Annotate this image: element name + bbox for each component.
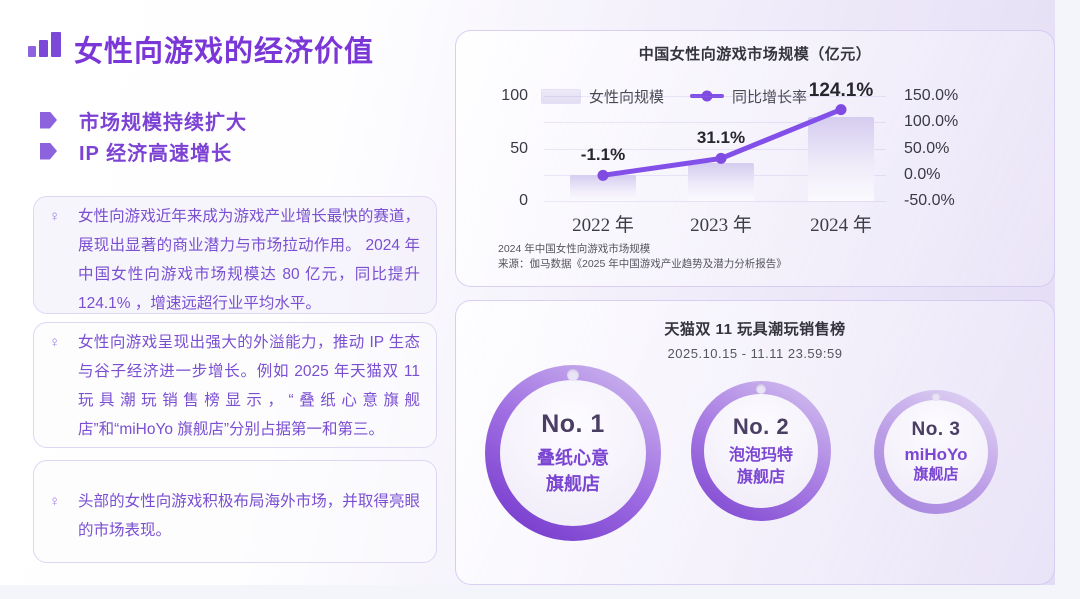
chart-title: 中国女性向游戏市场规模（亿元） (456, 43, 1054, 64)
store-name-line1: 叠纸心意 (537, 445, 609, 471)
ranking-subtitle: 2025.10.15 - 11.11 23.59:59 (456, 346, 1054, 361)
arrow-icon (40, 143, 57, 160)
note-card-market: ♀ 女性向游戏近年来成为游戏产业增长最快的赛道，展现出显著的商业潜力与市场拉动作… (33, 196, 437, 314)
footnote-line-1: 2024 年中国女性向游戏市场规模 (498, 242, 978, 257)
store-name-line1: 泡泡玛特 (729, 445, 793, 467)
note-card-overseas: ♀ 头部的女性向游戏积极布局海外市场，并取得亮眼的市场表现。 (33, 460, 437, 563)
growth-rate-label: -1.1% (581, 145, 625, 165)
medal-pin-icon (756, 384, 766, 394)
bullet-ip-economy: IP 经济高速增长 (40, 139, 232, 163)
medal-face: No. 2 泡泡玛特 旗舰店 (704, 394, 818, 508)
growth-rate-label: 124.1% (809, 80, 873, 102)
store-name-line2: 旗舰店 (537, 471, 609, 497)
medal-rank-2: No. 2 泡泡玛特 旗舰店 (691, 381, 831, 521)
tmall-ranking-card: 天猫双 11 玩具潮玩销售榜 2025.10.15 - 11.11 23.59:… (455, 300, 1055, 585)
note-text: 头部的女性向游戏积极布局海外市场，并取得亮眼的市场表现。 (78, 487, 420, 545)
left-axis-tick: 50 (476, 140, 528, 158)
note-card-ip: ♀ 女性向游戏呈现出强大的外溢能力，推动 IP 生态与谷子经济进一步增长。例如 … (33, 322, 437, 448)
medal-pin-icon (567, 369, 579, 381)
bullet-label: 市场规模持续扩大 (79, 106, 247, 135)
market-size-bar (808, 117, 874, 201)
right-axis-tick: 150.0% (904, 87, 974, 105)
x-axis-label: 2022 年 (543, 210, 663, 237)
store-name: 泡泡玛特 旗舰店 (729, 445, 793, 489)
chart-gridline (544, 201, 886, 202)
right-axis-tick: 50.0% (904, 140, 974, 158)
store-name-line2: 旗舰店 (905, 465, 968, 485)
note-text: 女性向游戏近年来成为游戏产业增长最快的赛道，展现出显著的商业潜力与市场拉动作用。… (78, 202, 420, 318)
medal-rank-1: No. 1 叠纸心意 旗舰店 (485, 365, 661, 541)
growth-rate-label: 31.1% (697, 128, 745, 148)
note-text: 女性向游戏呈现出强大的外溢能力，推动 IP 生态与谷子经济进一步增长。例如 20… (78, 328, 420, 444)
store-name: 叠纸心意 旗舰店 (537, 445, 609, 497)
store-name: miHoYo 旗舰店 (905, 445, 968, 485)
right-axis-tick: -50.0% (904, 192, 974, 210)
store-name-line2: 旗舰店 (729, 467, 793, 489)
market-size-bar (570, 175, 636, 201)
medal-pin-icon (932, 392, 941, 401)
bullet-market-scale: 市场规模持续扩大 (40, 108, 247, 132)
ranking-title: 天猫双 11 玩具潮玩销售榜 (456, 318, 1054, 339)
page-title: 女性向游戏的经济价值 (74, 28, 494, 70)
female-symbol-icon: ♀ (49, 208, 60, 225)
market-size-chart-card: 中国女性向游戏市场规模（亿元） 女性向规模 同比增长率 100500150.0%… (455, 30, 1055, 287)
footnote-line-2: 来源：伽马数据《2025 年中国游戏产业趋势及潜力分析报告》 (498, 257, 978, 272)
right-axis-tick: 100.0% (904, 113, 974, 131)
right-axis-tick: 0.0% (904, 166, 974, 184)
bar-chart-icon (28, 31, 62, 57)
rank-label: No. 1 (541, 410, 605, 439)
market-size-bar (688, 163, 754, 201)
store-name-line1: miHoYo (905, 445, 968, 465)
slide-canvas: 女性向游戏的经济价值 市场规模持续扩大 IP 经济高速增长 ♀ 女性向游戏近年来… (0, 0, 1055, 585)
x-axis-label: 2023 年 (661, 210, 781, 237)
arrow-icon (40, 112, 57, 129)
left-axis-tick: 100 (476, 87, 528, 105)
female-symbol-icon: ♀ (49, 334, 60, 351)
rank-label: No. 2 (733, 414, 789, 440)
left-axis-tick: 0 (476, 192, 528, 210)
female-symbol-icon: ♀ (49, 493, 60, 510)
medal-rank-3: No. 3 miHoYo 旗舰店 (874, 390, 998, 514)
medal-face: No. 1 叠纸心意 旗舰店 (500, 380, 646, 526)
chart-footnote: 2024 年中国女性向游戏市场规模 来源：伽马数据《2025 年中国游戏产业趋势… (498, 242, 978, 272)
x-axis-label: 2024 年 (781, 210, 901, 237)
bullet-label: IP 经济高速增长 (79, 137, 232, 166)
medal-face: No. 3 miHoYo 旗舰店 (884, 400, 988, 504)
rank-label: No. 3 (912, 419, 961, 441)
